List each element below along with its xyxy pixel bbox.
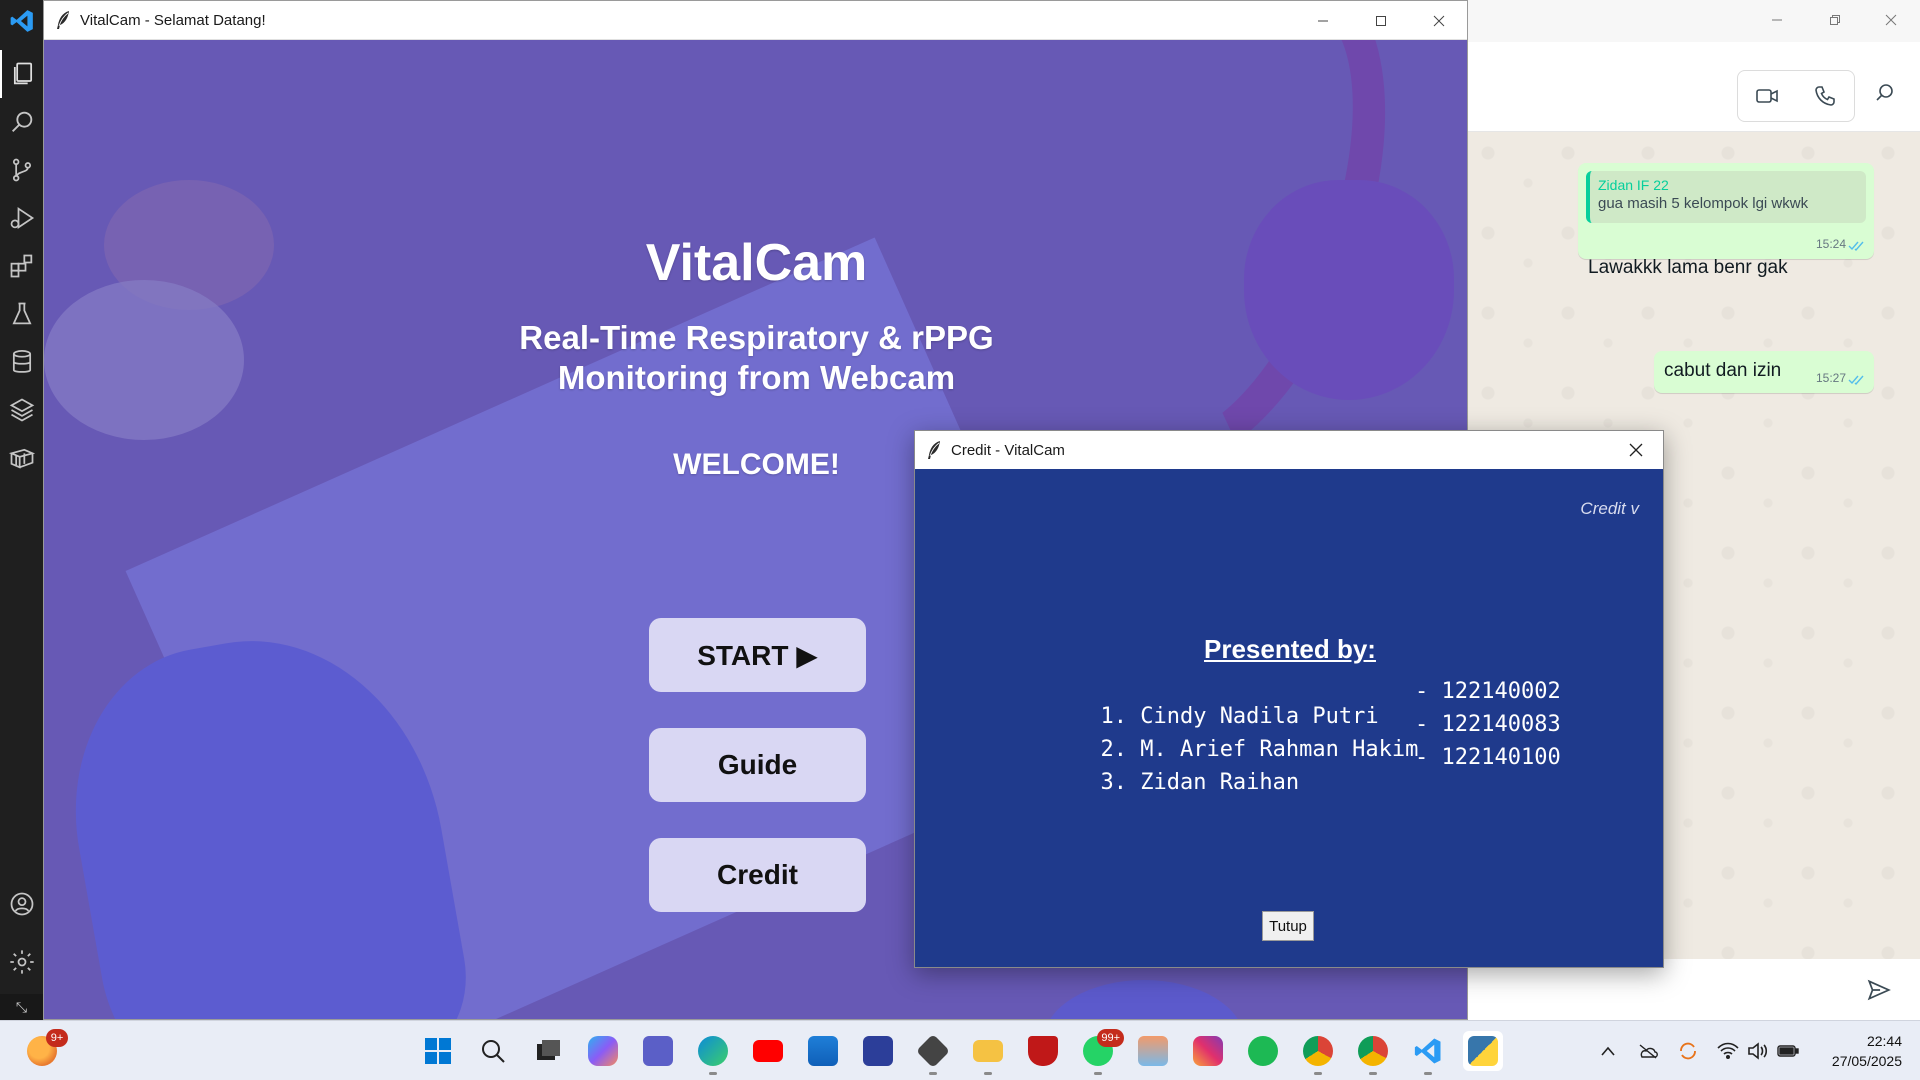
credit-dialog: Credit - VitalCam Credit v Presented by:… xyxy=(914,430,1664,968)
database-icon[interactable] xyxy=(0,338,43,386)
member-nim: - 122140100 xyxy=(1415,745,1561,770)
extensions-icon[interactable] xyxy=(0,242,43,290)
feather-icon xyxy=(57,11,69,29)
account-icon[interactable] xyxy=(0,880,43,928)
remote-indicator-icon[interactable]: ⤡ xyxy=(0,994,43,1020)
search-icon[interactable] xyxy=(0,98,43,146)
layers-icon[interactable] xyxy=(0,386,43,434)
wifi-icon[interactable] xyxy=(1716,1039,1740,1063)
call-button-group xyxy=(1737,70,1855,122)
credit-body: Credit v Presented by: 1. Cindy Nadila P… xyxy=(915,469,1663,967)
clock[interactable]: 22:44 27/05/2025 xyxy=(1832,1031,1902,1071)
sync-icon[interactable] xyxy=(1676,1039,1700,1063)
explorer-icon[interactable] xyxy=(0,50,43,98)
feather-icon xyxy=(928,441,940,459)
onedrive-icon[interactable] xyxy=(1636,1039,1660,1063)
member-nim: - 122140083 xyxy=(1415,712,1561,737)
send-icon[interactable] xyxy=(1866,977,1892,1003)
search-icon[interactable] xyxy=(473,1031,513,1071)
python-tk-icon[interactable] xyxy=(1463,1031,1503,1071)
start-menu-icon[interactable] xyxy=(418,1031,458,1071)
message-text: Lawakkk lama benr gak xyxy=(1588,257,1788,278)
vscode-activity-bar: ⤡ xyxy=(0,0,43,1020)
member-nim: - 122140002 xyxy=(1415,679,1561,704)
search-icon[interactable] xyxy=(1874,82,1896,109)
vscode-logo-icon xyxy=(10,10,33,32)
quote-author: Zidan IF 22 xyxy=(1598,177,1669,193)
quote-text: gua masih 5 kelompok lgi wkwk xyxy=(1598,195,1809,212)
dialog-title: Credit - VitalCam xyxy=(951,442,1065,459)
message-bubble[interactable]: Zidan IF 22 gua masih 5 kelompok lgi wkw… xyxy=(1578,163,1874,278)
instagram-icon[interactable] xyxy=(1188,1031,1228,1071)
message-composer[interactable] xyxy=(1468,959,1920,1020)
chrome-icon[interactable] xyxy=(1353,1031,1393,1075)
tutup-button[interactable]: Tutup xyxy=(1262,911,1314,941)
chrome-icon[interactable] xyxy=(1298,1031,1338,1075)
scrolling-credit-text: Credit v xyxy=(1580,499,1639,518)
notification-badge: 99+ xyxy=(1097,1029,1124,1047)
app-subtitle: Real-Time Respiratory & rPPG Monitoring … xyxy=(44,318,1467,398)
credit-button[interactable]: Credit xyxy=(649,838,866,912)
taskbar: 9+ 99+ 22:44 27/05/2025 xyxy=(0,1020,1920,1080)
close-icon[interactable] xyxy=(1862,0,1920,40)
whatsapp-titlebar xyxy=(1468,0,1920,42)
message-time: 15:24 xyxy=(1815,237,1846,251)
clock-time: 22:44 xyxy=(1866,1033,1902,1049)
layers-app-icon[interactable] xyxy=(1133,1031,1173,1071)
copilot-icon[interactable] xyxy=(583,1031,623,1071)
chat-header xyxy=(1468,42,1920,132)
voice-call-icon[interactable] xyxy=(1796,71,1854,121)
message-time: 15:27 xyxy=(1815,371,1846,385)
source-control-icon[interactable] xyxy=(0,146,43,194)
package-icon[interactable] xyxy=(0,434,43,482)
task-view-icon[interactable] xyxy=(528,1031,568,1071)
quoted-message[interactable]: Zidan IF 22 gua masih 5 kelompok lgi wkw… xyxy=(1586,171,1866,223)
weather-widget-icon[interactable]: 9+ xyxy=(22,1029,68,1071)
close-icon[interactable] xyxy=(1607,431,1663,469)
microsoft-store-icon[interactable] xyxy=(803,1031,843,1071)
subtitle-line: Real-Time Respiratory & rPPG xyxy=(519,319,994,356)
minimize-icon[interactable] xyxy=(1294,1,1352,40)
spotify-icon[interactable] xyxy=(1243,1031,1283,1071)
credit-titlebar: Credit - VitalCam xyxy=(915,431,1663,469)
edge-icon[interactable] xyxy=(693,1031,733,1075)
file-explorer-icon[interactable] xyxy=(968,1031,1008,1075)
app-title: VitalCam xyxy=(645,234,868,292)
member-name: 3. Zidan Raihan xyxy=(1100,770,1300,795)
guide-button[interactable]: Guide xyxy=(649,728,866,802)
close-icon[interactable] xyxy=(1410,1,1467,40)
minimize-icon[interactable] xyxy=(1748,0,1806,40)
run-debug-icon[interactable] xyxy=(0,194,43,242)
maximize-icon[interactable] xyxy=(1352,1,1410,40)
subtitle-line: Monitoring from Webcam xyxy=(557,359,956,396)
chevron-up-icon[interactable] xyxy=(1596,1039,1620,1063)
vscode-icon[interactable] xyxy=(1408,1031,1448,1075)
video-call-icon[interactable] xyxy=(1738,71,1796,121)
youtube-icon[interactable] xyxy=(748,1031,788,1071)
volume-icon[interactable] xyxy=(1746,1039,1770,1063)
message-text: cabut dan izin xyxy=(1664,360,1782,381)
restore-icon[interactable] xyxy=(1806,0,1864,40)
member-row: 3. Zidan Raihan - 122140100 xyxy=(1021,745,1560,845)
battery-icon[interactable] xyxy=(1776,1039,1800,1063)
testing-icon[interactable] xyxy=(0,290,43,338)
read-ticks-icon xyxy=(1848,241,1864,252)
unity-icon[interactable] xyxy=(913,1031,953,1075)
read-ticks-icon xyxy=(1848,375,1864,386)
start-button[interactable]: START ▶ xyxy=(649,618,866,692)
teams-icon[interactable] xyxy=(638,1031,678,1071)
clock-date: 27/05/2025 xyxy=(1831,1053,1902,1069)
window-title: VitalCam - Selamat Datang! xyxy=(80,12,266,29)
mcafee-icon[interactable] xyxy=(1023,1031,1063,1071)
message-bubble[interactable]: cabut dan izin 15:27 xyxy=(1654,351,1874,393)
notification-badge: 9+ xyxy=(46,1029,68,1047)
whatsapp-icon[interactable]: 99+ xyxy=(1078,1029,1124,1075)
presented-by-heading: Presented by: xyxy=(1204,634,1376,664)
settings-icon[interactable] xyxy=(0,938,43,986)
vitalcam-titlebar: VitalCam - Selamat Datang! xyxy=(44,1,1467,40)
powerapps-icon[interactable] xyxy=(858,1031,898,1071)
